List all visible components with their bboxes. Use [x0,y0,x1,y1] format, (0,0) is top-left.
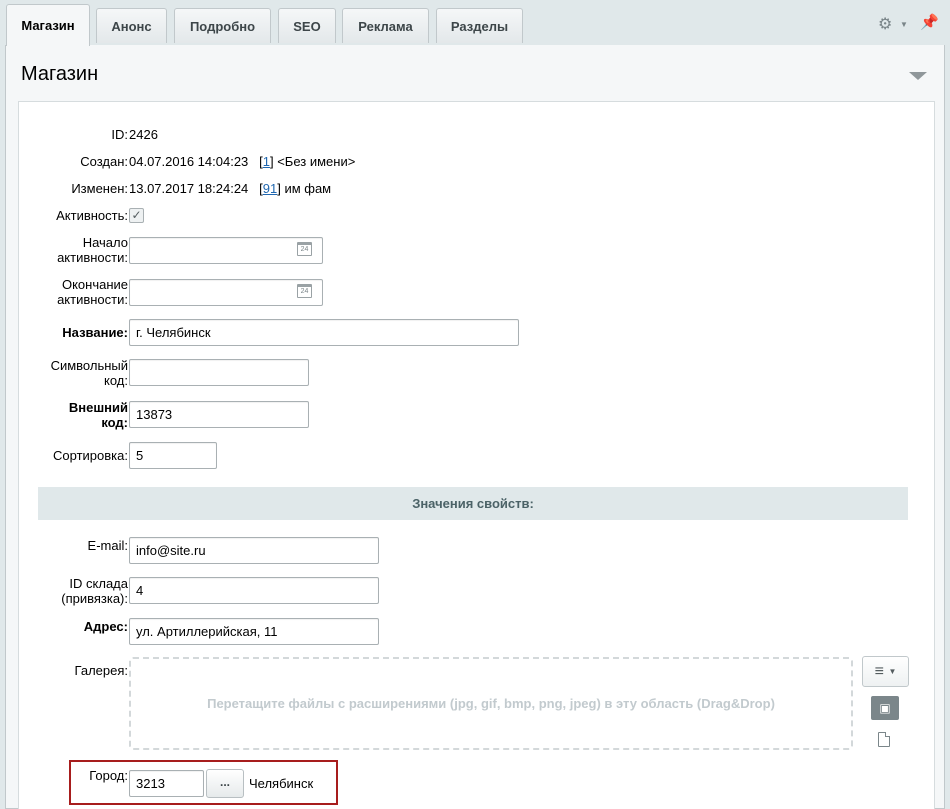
active-from-label-line2: активности: [57,250,128,265]
pin-icon[interactable]: 📌 [920,13,939,33]
city-select-button[interactable]: ... [206,769,244,798]
code-label-line2: код: [104,373,128,388]
active-to-label: Окончание активности: [57,277,128,307]
tab-announce[interactable]: Анонс [96,8,167,43]
city-label: Город: [89,768,128,783]
modified-date: 13.07.2017 18:24:24 [129,181,249,196]
image-icon: ▣ [879,701,891,715]
sort-input[interactable] [129,442,217,469]
created-value: 04.07.2016 14:04:23 [1] <Без имени> [129,154,356,169]
section-header: Магазин [6,45,944,101]
properties-header: Значения свойств: [38,487,908,520]
collapse-triangle-icon[interactable] [909,72,927,80]
created-user-name: <Без имени> [277,154,356,169]
code-label-line1: Символьный [50,358,128,373]
tab-ads[interactable]: Реклама [342,8,429,43]
email-input[interactable] [129,537,379,564]
xml-id-label-line2: код: [101,415,128,430]
active-from-label-line1: Начало [82,235,128,250]
modified-user-link[interactable]: 91 [263,181,277,196]
gallery-drop-zone[interactable]: Перетащите файлы с расширениями (jpg, gi… [129,657,853,750]
file-icon[interactable] [878,732,890,747]
image-upload-button[interactable]: ▣ [871,696,899,720]
calendar-icon[interactable]: 24 [297,284,312,298]
code-label: Символьный код: [51,358,128,388]
store-id-label-line1: ID склада [69,576,128,591]
active-to-input[interactable] [129,279,323,306]
chevron-down-icon: ▼ [900,20,908,29]
xml-id-input[interactable] [129,401,309,428]
section-title: Магазин [21,63,99,85]
created-user-link[interactable]: 1 [263,154,270,169]
edit-panel: Магазин ID: 2426 Создан: 04.07.2016 14:0… [5,45,945,809]
modified-user-name: им фам [284,181,332,196]
created-label: Создан: [80,154,128,169]
form-content: ID: 2426 Создан: 04.07.2016 14:04:23 [1]… [18,101,935,809]
gallery-menu-button[interactable]: ≡ ▼ [862,656,909,687]
gallery-label: Галерея: [74,663,128,678]
tab-shop[interactable]: Магазин [6,4,90,46]
active-from-label: Начало активности: [57,235,128,265]
active-to-label-line2: активности: [57,292,128,307]
name-label: Название: [62,325,128,340]
email-label: E-mail: [87,538,128,553]
calendar-icon[interactable]: 24 [297,242,312,256]
created-date: 04.07.2016 14:04:23 [129,154,249,169]
id-value: 2426 [129,127,158,142]
chevron-down-icon: ▼ [888,667,897,676]
address-input[interactable] [129,618,379,645]
xml-id-label-line1: Внешний [68,400,128,415]
store-id-label: ID склада (привязка): [61,576,128,606]
hamburger-icon: ≡ [874,663,884,680]
settings-gear-icon[interactable]: ⚙ ▼ [878,14,908,34]
city-name: Челябинск [249,776,314,791]
modified-value: 13.07.2017 18:24:24 [91] им фам [129,181,332,196]
city-id-input[interactable] [129,770,204,797]
id-label: ID: [111,127,128,142]
tab-details[interactable]: Подробно [174,8,271,43]
active-to-label-line1: Окончание [61,277,128,292]
xml-id-label: Внешний код: [69,400,128,430]
active-from-input[interactable] [129,237,323,264]
store-id-input[interactable] [129,577,379,604]
drop-zone-text: Перетащите файлы с расширениями (jpg, gi… [207,696,775,711]
address-label: Адрес: [83,619,128,634]
active-checkbox[interactable]: ✓ [129,208,144,223]
sort-label: Сортировка: [53,448,128,463]
name-input[interactable] [129,319,519,346]
code-input[interactable] [129,359,309,386]
tab-sections[interactable]: Разделы [436,8,523,43]
tab-bar: Магазин Анонс Подробно SEO Реклама Разде… [0,0,950,46]
tab-seo[interactable]: SEO [278,8,336,43]
active-label: Активность: [56,208,128,223]
modified-label: Изменен: [71,181,128,196]
store-id-label-line2: (привязка): [61,591,128,606]
